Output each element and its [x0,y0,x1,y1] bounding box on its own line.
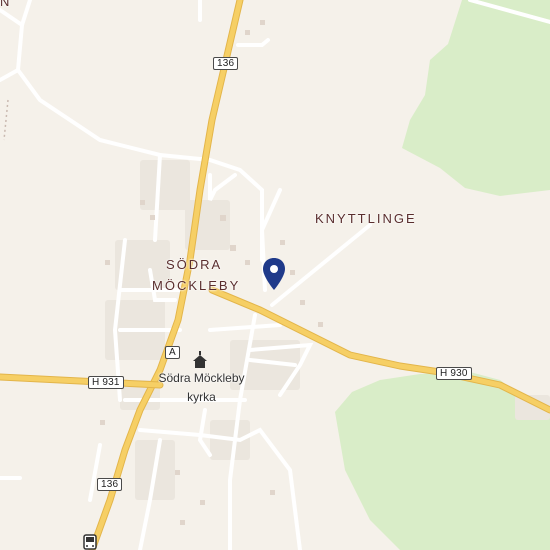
location-pin-icon[interactable] [261,257,287,291]
road-shield-136-south: 136 [97,478,123,491]
place-label-knyttlinge: KNYTTLINGE [315,211,417,226]
dotted-path [3,99,9,141]
place-label-cut-off: N [0,0,10,9]
church-icon [193,351,207,368]
place-label-sodra-line1: SÖDRA [166,257,223,272]
road-shield-136-north: 136 [213,57,239,70]
church-label[interactable]: Södra Möckleby kyrka [154,371,249,404]
church-name: Södra Möckleby [158,371,245,385]
road-shield-h930: H 930 [436,367,472,380]
map-canvas[interactable]: 136 136 H 931 H 930 A SÖDRA MÖCKLEBY KNY… [0,0,550,550]
church-suffix: kyrka [187,390,216,404]
road-marker-a: A [165,346,180,359]
road-shield-h931: H 931 [88,376,124,389]
forest-area-north-east [402,0,550,196]
place-label-sodra-line2: MÖCKLEBY [152,278,241,293]
bus-stop-icon [83,534,97,550]
